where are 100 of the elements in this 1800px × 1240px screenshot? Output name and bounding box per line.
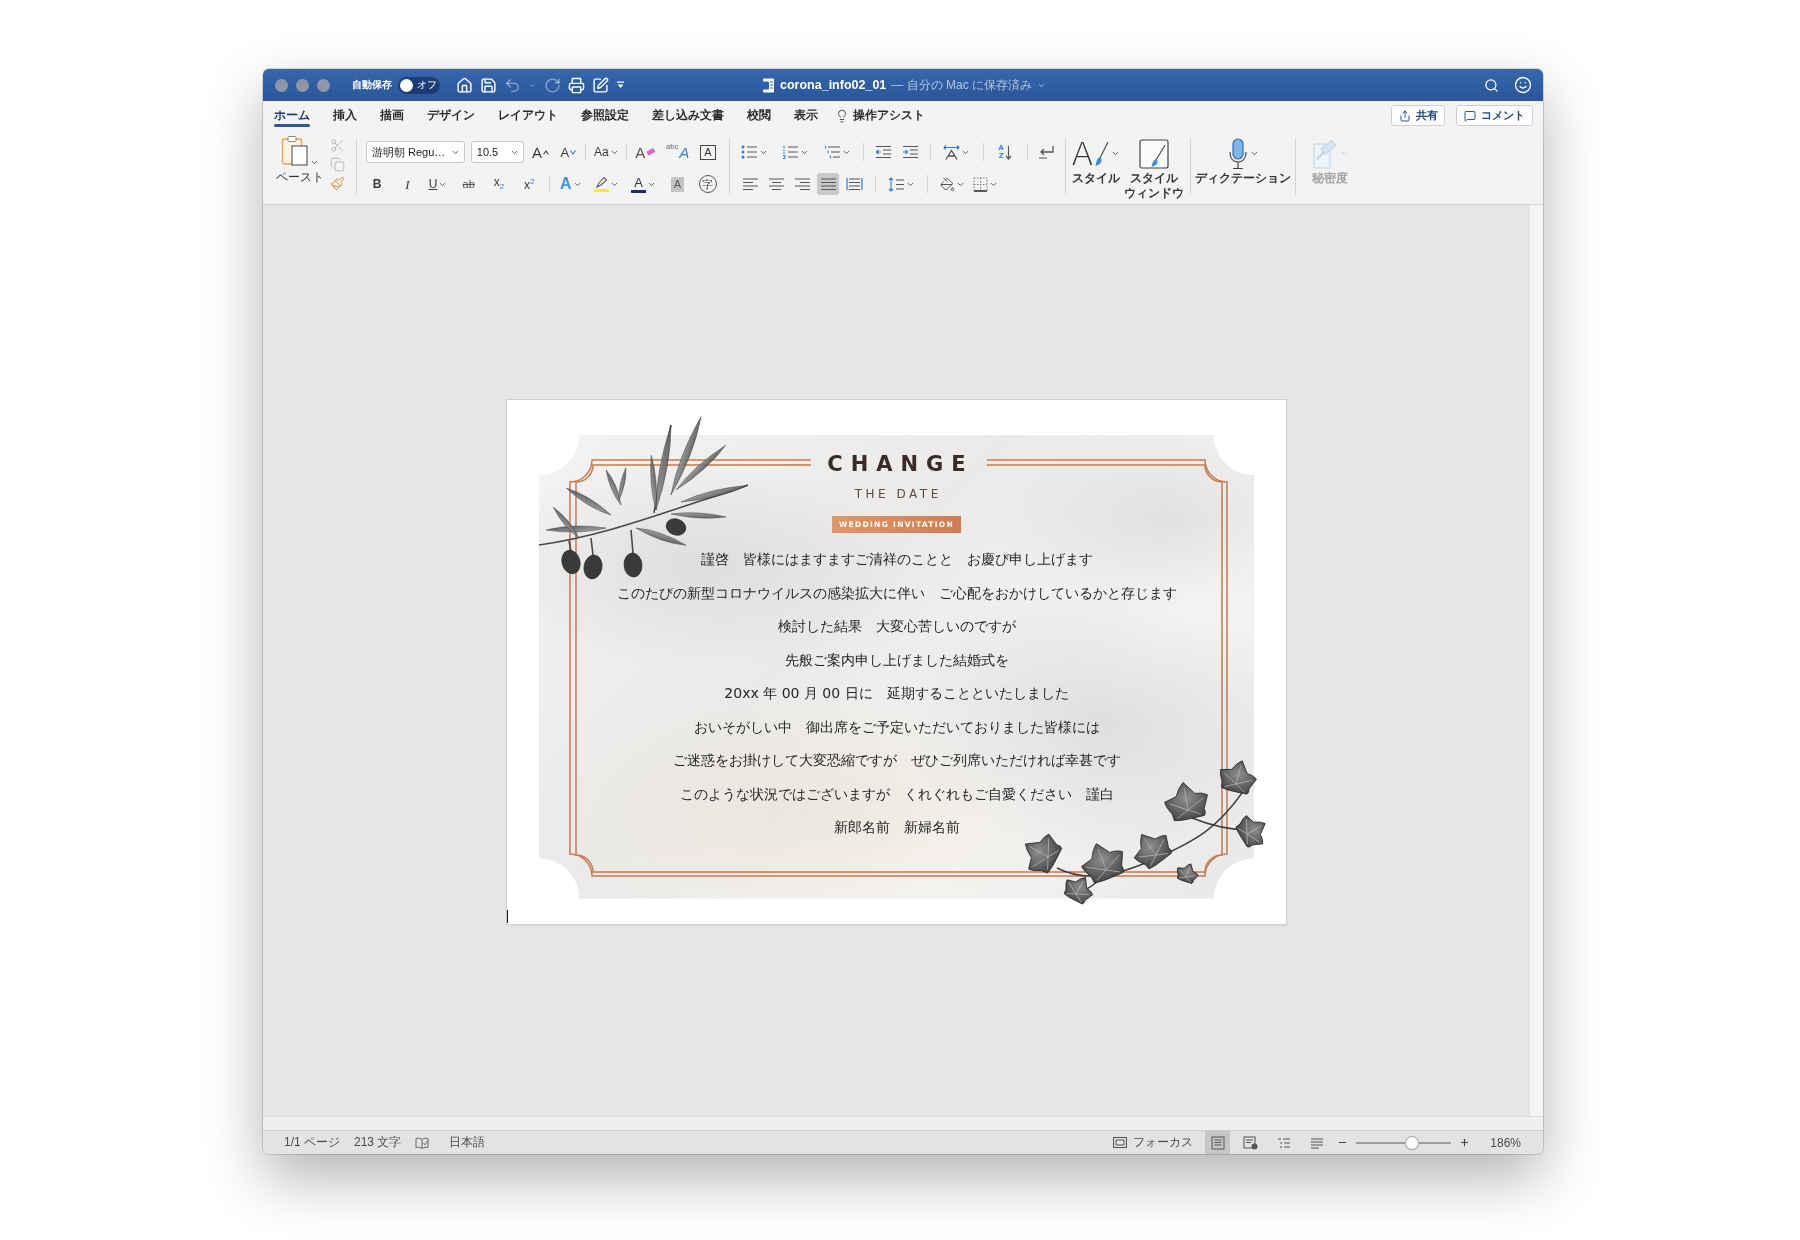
autosave-label: 自動保存 bbox=[352, 78, 392, 92]
invitation-subheading: THE DATE bbox=[853, 487, 942, 502]
underline-button[interactable]: U bbox=[426, 173, 450, 195]
book-check-icon[interactable] bbox=[415, 1136, 430, 1149]
sort-button[interactable]: A Z bbox=[994, 141, 1017, 163]
paintbrush-icon bbox=[1095, 140, 1110, 167]
zoom-slider-thumb[interactable] bbox=[1406, 1136, 1419, 1149]
grow-font-button[interactable]: A bbox=[529, 141, 552, 163]
superscript-button[interactable]: x$^{2}$ bbox=[518, 173, 541, 195]
save-status: — 自分の Mac に保存済み bbox=[891, 76, 1032, 94]
document-icon bbox=[761, 77, 775, 93]
borders-icon bbox=[973, 176, 988, 192]
character-shading-button[interactable]: A bbox=[666, 173, 689, 195]
multilevel-list-icon bbox=[823, 145, 841, 159]
italic-button[interactable]: I bbox=[396, 173, 419, 195]
styles-pane-button[interactable]: スタイル ウィンドウ bbox=[1123, 130, 1186, 204]
ribbon-tab[interactable]: レイアウト bbox=[498, 101, 558, 130]
autosave-toggle[interactable]: オフ bbox=[398, 76, 440, 94]
page-count: 1/1 ページ bbox=[284, 1134, 340, 1151]
justify-button[interactable] bbox=[817, 173, 839, 195]
font-size-field[interactable]: 10.5 bbox=[470, 141, 524, 163]
ribbon-tab[interactable]: 差し込み文書 bbox=[652, 101, 724, 130]
comment-button[interactable]: コメント bbox=[1456, 105, 1533, 126]
share-button[interactable]: 共有 bbox=[1391, 105, 1445, 126]
change-case-button[interactable]: Aa bbox=[592, 141, 621, 163]
search-icon[interactable] bbox=[1484, 77, 1499, 93]
document-tag-icon bbox=[1311, 138, 1338, 169]
ribbon-tab[interactable]: 表示 bbox=[794, 101, 818, 130]
down-arrow-icon bbox=[1004, 144, 1012, 160]
language-label: 日本語 bbox=[449, 1134, 486, 1151]
zoom-in-icon[interactable] bbox=[1459, 1137, 1471, 1148]
ribbon-tab[interactable]: 挿入 bbox=[333, 101, 357, 130]
caret-icon bbox=[1111, 149, 1121, 158]
invitation-text: このような状況ではございますが くれぐれもご自愛ください 謹白 bbox=[679, 784, 1114, 804]
caret-icon bbox=[1249, 149, 1259, 158]
print-icon[interactable] bbox=[568, 76, 585, 94]
edit-icon[interactable] bbox=[592, 76, 609, 94]
spacing-arrows-icon bbox=[943, 144, 961, 160]
lightbulb-icon bbox=[835, 108, 849, 123]
close-window-button[interactable] bbox=[275, 78, 288, 92]
increase-indent-icon[interactable] bbox=[902, 145, 920, 159]
home-icon[interactable] bbox=[456, 76, 473, 94]
ribbon-tab[interactable]: デザイン bbox=[427, 101, 475, 130]
invitation-text: 先般ご案内申し上げました結婚式を bbox=[784, 650, 1009, 670]
font-color-button[interactable]: A bbox=[629, 173, 659, 195]
minimize-window-button[interactable] bbox=[296, 78, 309, 92]
font-name-field[interactable]: 游明朝 Regu… bbox=[366, 141, 465, 163]
outline-view-icon bbox=[1276, 1136, 1291, 1149]
invitation-text: ご迷惑をお掛けして大変恐縮ですが ぜひご列席いただければ幸甚です bbox=[672, 751, 1121, 770]
share-icon bbox=[1398, 109, 1411, 122]
clear-formatting-button[interactable]: A bbox=[633, 141, 659, 163]
line-spacing-icon bbox=[888, 176, 905, 192]
paint-bucket-icon bbox=[940, 176, 955, 192]
invitation-text: 新郎名前 新婦名前 bbox=[833, 818, 960, 837]
caret-down-icon bbox=[570, 149, 577, 155]
word-count: 213 文字 bbox=[354, 1134, 402, 1151]
zoom-percentage: 186% bbox=[1490, 1135, 1521, 1150]
text-cursor bbox=[506, 910, 508, 923]
web-view-icon bbox=[1243, 1135, 1259, 1150]
strikethrough-button[interactable]: ab bbox=[457, 173, 480, 195]
dictate-button[interactable]: ディクテーション bbox=[1194, 130, 1292, 204]
decrease-indent-icon[interactable] bbox=[874, 145, 892, 159]
microphone-icon bbox=[1227, 137, 1248, 170]
subscript-button[interactable]: x$_{2}$ bbox=[488, 173, 510, 195]
customize-toolbar-icon[interactable] bbox=[616, 81, 625, 89]
align-center-icon bbox=[767, 177, 785, 191]
distribute-icon bbox=[845, 177, 863, 191]
caret-up-icon bbox=[543, 149, 550, 155]
scrollbar-track[interactable] bbox=[1529, 205, 1543, 1116]
page-view-icon bbox=[1210, 1135, 1225, 1150]
return-arrow-icon[interactable] bbox=[1038, 145, 1055, 159]
ribbon-tab[interactable]: 参照設定 bbox=[581, 101, 629, 130]
ribbon-tab[interactable]: ホーム bbox=[274, 101, 310, 130]
tell-me-button[interactable]: 操作アシスト bbox=[835, 107, 925, 124]
numbered-list-icon bbox=[782, 145, 800, 159]
caret-icon bbox=[310, 158, 319, 167]
invitation-text: 20xx 年 00 月 00 日に 延期することといたしました bbox=[724, 684, 1069, 703]
maximize-window-button[interactable] bbox=[317, 78, 330, 92]
paste-button[interactable]: ペースト bbox=[275, 135, 325, 204]
bulleted-list-icon bbox=[741, 145, 758, 159]
invitation-text: おいそがしい中 御出席をご予定いただいておりました皆様には bbox=[693, 717, 1100, 737]
view-button[interactable] bbox=[1205, 1131, 1231, 1154]
invitation-text: 検討した結果 大変心苦しいのですが bbox=[777, 617, 1016, 636]
ribbon-tab[interactable]: 校閲 bbox=[747, 101, 771, 130]
bold-button[interactable]: B bbox=[366, 173, 388, 195]
focus-button[interactable]: フォーカス bbox=[1113, 1134, 1194, 1151]
eraser-icon bbox=[646, 148, 657, 156]
invitation-text: このたびの新型コロナウイルスの感染拡大に伴い ご心配をおかけしているかと存じます bbox=[616, 583, 1177, 603]
save-icon[interactable] bbox=[480, 76, 497, 94]
styles-button[interactable]: A スタイル bbox=[1070, 130, 1122, 204]
caret-icon bbox=[1339, 149, 1349, 158]
smiley-icon[interactable] bbox=[1514, 76, 1532, 94]
draft-view-icon bbox=[1309, 1136, 1324, 1149]
focus-icon bbox=[1113, 1137, 1128, 1148]
ribbon-tab[interactable]: 描画 bbox=[380, 101, 404, 130]
highlighter-icon bbox=[594, 176, 609, 188]
align-left-icon bbox=[741, 177, 759, 191]
scrollbar-track[interactable] bbox=[263, 1116, 1543, 1130]
shrink-font-button[interactable]: A bbox=[557, 141, 580, 163]
invitation-heading: CHANGE bbox=[826, 451, 974, 477]
